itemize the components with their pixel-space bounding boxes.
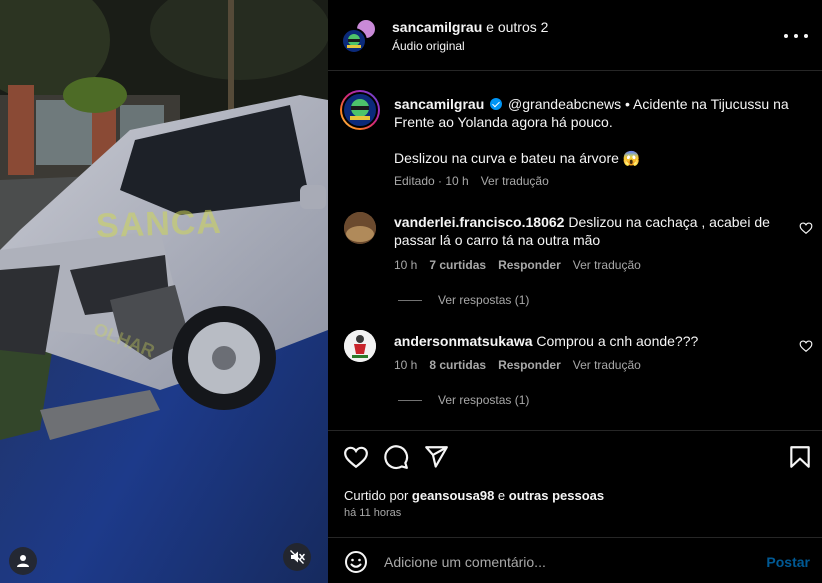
bookmark-icon[interactable] [787, 444, 813, 470]
heart-icon[interactable] [343, 444, 369, 470]
avatar[interactable] [341, 28, 367, 54]
collab-avatars[interactable] [341, 18, 379, 56]
header-username-link[interactable]: sancamilgrau [392, 19, 482, 35]
avatar[interactable] [344, 330, 376, 362]
view-replies-button[interactable]: Ver respostas (1) [398, 393, 529, 407]
comment-likes-link[interactable]: 8 curtidas [429, 358, 486, 372]
replies-divider [398, 299, 422, 301]
caption-meta: Editado · 10 h Ver tradução [394, 174, 561, 188]
avatar-logo-icon [350, 99, 370, 120]
comment-translate-link[interactable]: Ver tradução [573, 358, 641, 372]
liked-by-others-link[interactable]: outras pessoas [509, 488, 604, 503]
caption-avatar[interactable] [340, 90, 380, 130]
view-replies-label: Ver respostas (1) [438, 393, 530, 407]
comment-time: 10 h [394, 258, 418, 272]
verified-badge-icon [490, 98, 503, 110]
heart-icon[interactable] [799, 339, 813, 353]
caption-translate-link[interactable]: Ver tradução [481, 174, 549, 188]
comment-username-link[interactable]: vanderlei.francisco.18062 [394, 214, 564, 230]
comment-text-block: andersonmatsukawa Comprou a cnh aonde??? [394, 332, 784, 350]
comment-form: Adicione um comentário... Postar [328, 537, 822, 583]
mute-button[interactable] [283, 543, 311, 571]
actions-divider [328, 430, 822, 431]
header-title-suffix[interactable]: e outros 2 [482, 19, 548, 35]
watermark-top: SANCA [95, 202, 223, 246]
liked-by-prefix: Curtido por [344, 488, 412, 503]
avatar[interactable] [344, 212, 376, 244]
comment-username-link[interactable]: andersonmatsukawa [394, 333, 533, 349]
more-options-button[interactable] [784, 26, 808, 46]
post-comment-button[interactable]: Postar [766, 554, 810, 570]
post-media[interactable]: SANCA OLHAR [0, 0, 328, 583]
replies-divider [398, 399, 422, 401]
liked-by-user-link[interactable]: geansousa98 [412, 488, 494, 503]
comment-text: Comprou a cnh aonde??? [536, 333, 699, 349]
avatar-photo-icon [344, 212, 376, 244]
send-icon[interactable] [423, 444, 449, 470]
comment-meta: 10 h 7 curtidas Responder Ver tradução [394, 258, 653, 272]
post-time[interactable]: há 11 horas [344, 507, 401, 519]
tagged-users-button[interactable] [9, 547, 37, 575]
caption-edited-time: Editado · 10 h [394, 174, 469, 188]
avatar-photo-icon [344, 330, 376, 362]
view-replies-button[interactable]: Ver respostas (1) [398, 293, 529, 307]
comment-text-block: vanderlei.francisco.18062 Deslizou na ca… [394, 213, 784, 249]
caption-text-2: Deslizou na curva e bateu na árvore 😱 [394, 150, 641, 166]
original-audio-link[interactable]: Áudio original [392, 39, 465, 53]
comment-time: 10 h [394, 358, 418, 372]
heart-icon[interactable] [799, 221, 813, 235]
more-horizontal-icon [784, 34, 808, 38]
liked-by: Curtido por geansousa98 e outras pessoas [344, 488, 604, 503]
liked-by-middle: e [494, 488, 509, 503]
comment-icon[interactable] [383, 444, 409, 470]
avatar-logo-icon [347, 34, 361, 48]
reply-button[interactable]: Responder [498, 358, 561, 372]
comment-input[interactable]: Adicione um comentário... [384, 554, 546, 570]
car-crash-photo [0, 0, 328, 583]
caption-username-link[interactable]: sancamilgrau [394, 96, 484, 112]
emoji-icon[interactable] [344, 550, 368, 574]
post-caption: sancamilgrau @grandeabcnews • Acidente n… [394, 95, 804, 167]
post-header: sancamilgrau e outros 2 Áudio original [328, 0, 822, 71]
header-title: sancamilgrau e outros 2 [392, 19, 548, 35]
speaker-muted-icon [290, 550, 305, 564]
post-details-panel: sancamilgrau e outros 2 Áudio original s… [328, 0, 822, 583]
user-icon [17, 555, 29, 567]
comment-meta: 10 h 8 curtidas Responder Ver tradução [394, 358, 653, 372]
comment-likes-link[interactable]: 7 curtidas [429, 258, 486, 272]
reply-button[interactable]: Responder [498, 258, 561, 272]
comment-translate-link[interactable]: Ver tradução [573, 258, 641, 272]
view-replies-label: Ver respostas (1) [438, 293, 530, 307]
